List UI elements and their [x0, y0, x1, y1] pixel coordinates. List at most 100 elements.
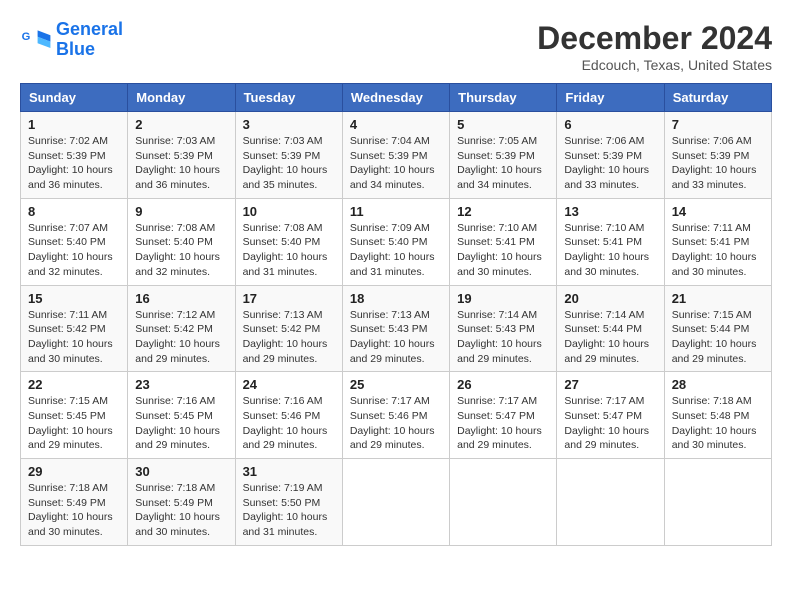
day-cell-2: 2 Sunrise: 7:03 AMSunset: 5:39 PMDaylight… — [128, 112, 235, 199]
day-cell-29: 29 Sunrise: 7:18 AMSunset: 5:49 PMDayligh… — [21, 459, 128, 546]
day-info: Sunrise: 7:17 AMSunset: 5:47 PMDaylight:… — [564, 394, 656, 453]
day-number: 27 — [564, 377, 656, 392]
empty-day-cell — [557, 459, 664, 546]
calendar-week-row: 8 Sunrise: 7:07 AMSunset: 5:40 PMDaylight… — [21, 198, 772, 285]
day-number: 29 — [28, 464, 120, 479]
weekday-header-saturday: Saturday — [664, 84, 771, 112]
logo: G General Blue — [20, 20, 123, 60]
weekday-header-thursday: Thursday — [450, 84, 557, 112]
day-info: Sunrise: 7:07 AMSunset: 5:40 PMDaylight:… — [28, 221, 120, 280]
day-number: 25 — [350, 377, 442, 392]
weekday-header-friday: Friday — [557, 84, 664, 112]
day-info: Sunrise: 7:16 AMSunset: 5:46 PMDaylight:… — [243, 394, 335, 453]
day-number: 2 — [135, 117, 227, 132]
day-info: Sunrise: 7:13 AMSunset: 5:43 PMDaylight:… — [350, 308, 442, 367]
weekday-header-sunday: Sunday — [21, 84, 128, 112]
day-number: 21 — [672, 291, 764, 306]
day-cell-27: 27 Sunrise: 7:17 AMSunset: 5:47 PMDayligh… — [557, 372, 664, 459]
day-info: Sunrise: 7:02 AMSunset: 5:39 PMDaylight:… — [28, 134, 120, 193]
day-info: Sunrise: 7:13 AMSunset: 5:42 PMDaylight:… — [243, 308, 335, 367]
month-title: December 2024 — [537, 20, 772, 57]
day-info: Sunrise: 7:11 AMSunset: 5:41 PMDaylight:… — [672, 221, 764, 280]
day-cell-14: 14 Sunrise: 7:11 AMSunset: 5:41 PMDayligh… — [664, 198, 771, 285]
day-info: Sunrise: 7:03 AMSunset: 5:39 PMDaylight:… — [135, 134, 227, 193]
day-info: Sunrise: 7:05 AMSunset: 5:39 PMDaylight:… — [457, 134, 549, 193]
day-number: 22 — [28, 377, 120, 392]
weekday-header-monday: Monday — [128, 84, 235, 112]
day-number: 18 — [350, 291, 442, 306]
day-number: 6 — [564, 117, 656, 132]
day-number: 24 — [243, 377, 335, 392]
day-number: 23 — [135, 377, 227, 392]
day-cell-17: 17 Sunrise: 7:13 AMSunset: 5:42 PMDayligh… — [235, 285, 342, 372]
day-number: 19 — [457, 291, 549, 306]
calendar-week-row: 1 Sunrise: 7:02 AMSunset: 5:39 PMDaylight… — [21, 112, 772, 199]
day-info: Sunrise: 7:18 AMSunset: 5:49 PMDaylight:… — [135, 481, 227, 540]
day-cell-19: 19Sunrise: 7:14 AMSunset: 5:43 PMDayligh… — [450, 285, 557, 372]
day-number: 17 — [243, 291, 335, 306]
day-cell-8: 8 Sunrise: 7:07 AMSunset: 5:40 PMDaylight… — [21, 198, 128, 285]
day-info: Sunrise: 7:19 AMSunset: 5:50 PMDaylight:… — [243, 481, 335, 540]
day-number: 9 — [135, 204, 227, 219]
location: Edcouch, Texas, United States — [537, 57, 772, 73]
day-info: Sunrise: 7:16 AMSunset: 5:45 PMDaylight:… — [135, 394, 227, 453]
day-info: Sunrise: 7:06 AMSunset: 5:39 PMDaylight:… — [672, 134, 764, 193]
day-cell-20: 20Sunrise: 7:14 AMSunset: 5:44 PMDayligh… — [557, 285, 664, 372]
empty-day-cell — [664, 459, 771, 546]
day-cell-12: 12Sunrise: 7:10 AMSunset: 5:41 PMDayligh… — [450, 198, 557, 285]
day-number: 1 — [28, 117, 120, 132]
day-info: Sunrise: 7:10 AMSunset: 5:41 PMDaylight:… — [564, 221, 656, 280]
day-info: Sunrise: 7:18 AMSunset: 5:49 PMDaylight:… — [28, 481, 120, 540]
weekday-header-tuesday: Tuesday — [235, 84, 342, 112]
day-number: 28 — [672, 377, 764, 392]
day-info: Sunrise: 7:08 AMSunset: 5:40 PMDaylight:… — [243, 221, 335, 280]
day-number: 16 — [135, 291, 227, 306]
day-cell-25: 25 Sunrise: 7:17 AMSunset: 5:46 PMDayligh… — [342, 372, 449, 459]
day-cell-31: 31 Sunrise: 7:19 AMSunset: 5:50 PMDayligh… — [235, 459, 342, 546]
weekday-header-wednesday: Wednesday — [342, 84, 449, 112]
day-cell-10: 10 Sunrise: 7:08 AMSunset: 5:40 PMDayligh… — [235, 198, 342, 285]
day-cell-22: 22 Sunrise: 7:15 AMSunset: 5:45 PMDayligh… — [21, 372, 128, 459]
day-info: Sunrise: 7:12 AMSunset: 5:42 PMDaylight:… — [135, 308, 227, 367]
day-number: 3 — [243, 117, 335, 132]
day-cell-5: 5 Sunrise: 7:05 AMSunset: 5:39 PMDaylight… — [450, 112, 557, 199]
day-cell-3: 3 Sunrise: 7:03 AMSunset: 5:39 PMDaylight… — [235, 112, 342, 199]
day-number: 7 — [672, 117, 764, 132]
day-cell-6: 6Sunrise: 7:06 AMSunset: 5:39 PMDaylight… — [557, 112, 664, 199]
day-number: 8 — [28, 204, 120, 219]
day-number: 12 — [457, 204, 549, 219]
logo-line2: Blue — [56, 39, 95, 59]
day-number: 31 — [243, 464, 335, 479]
day-info: Sunrise: 7:11 AMSunset: 5:42 PMDaylight:… — [28, 308, 120, 367]
day-info: Sunrise: 7:15 AMSunset: 5:45 PMDaylight:… — [28, 394, 120, 453]
day-cell-4: 4 Sunrise: 7:04 AMSunset: 5:39 PMDaylight… — [342, 112, 449, 199]
day-cell-28: 28Sunrise: 7:18 AMSunset: 5:48 PMDayligh… — [664, 372, 771, 459]
day-cell-9: 9Sunrise: 7:08 AMSunset: 5:40 PMDaylight… — [128, 198, 235, 285]
day-cell-30: 30Sunrise: 7:18 AMSunset: 5:49 PMDayligh… — [128, 459, 235, 546]
day-number: 14 — [672, 204, 764, 219]
day-info: Sunrise: 7:03 AMSunset: 5:39 PMDaylight:… — [243, 134, 335, 193]
day-info: Sunrise: 7:15 AMSunset: 5:44 PMDaylight:… — [672, 308, 764, 367]
day-number: 10 — [243, 204, 335, 219]
day-cell-26: 26Sunrise: 7:17 AMSunset: 5:47 PMDayligh… — [450, 372, 557, 459]
day-number: 20 — [564, 291, 656, 306]
logo-line1: General — [56, 19, 123, 39]
day-number: 11 — [350, 204, 442, 219]
title-block: December 2024 Edcouch, Texas, United Sta… — [537, 20, 772, 73]
page-header: G General Blue December 2024 Edcouch, Te… — [20, 20, 772, 73]
day-cell-16: 16 Sunrise: 7:12 AMSunset: 5:42 PMDayligh… — [128, 285, 235, 372]
calendar-week-row: 29 Sunrise: 7:18 AMSunset: 5:49 PMDayligh… — [21, 459, 772, 546]
logo-icon: G — [20, 24, 52, 56]
day-cell-23: 23 Sunrise: 7:16 AMSunset: 5:45 PMDayligh… — [128, 372, 235, 459]
day-info: Sunrise: 7:09 AMSunset: 5:40 PMDaylight:… — [350, 221, 442, 280]
day-info: Sunrise: 7:04 AMSunset: 5:39 PMDaylight:… — [350, 134, 442, 193]
day-cell-24: 24 Sunrise: 7:16 AMSunset: 5:46 PMDayligh… — [235, 372, 342, 459]
calendar-header-row: SundayMondayTuesdayWednesdayThursdayFrid… — [21, 84, 772, 112]
day-number: 5 — [457, 117, 549, 132]
empty-day-cell — [450, 459, 557, 546]
day-info: Sunrise: 7:17 AMSunset: 5:47 PMDaylight:… — [457, 394, 549, 453]
day-info: Sunrise: 7:17 AMSunset: 5:46 PMDaylight:… — [350, 394, 442, 453]
svg-text:G: G — [22, 31, 31, 43]
calendar-week-row: 15Sunrise: 7:11 AMSunset: 5:42 PMDayligh… — [21, 285, 772, 372]
day-number: 4 — [350, 117, 442, 132]
